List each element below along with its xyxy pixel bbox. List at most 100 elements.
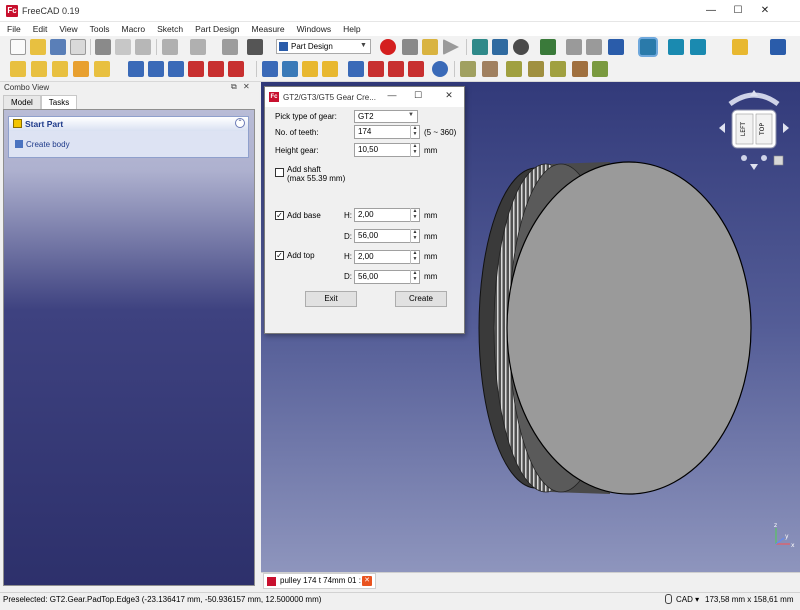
window-title-bar[interactable] (0, 0, 800, 22)
tab-tasks[interactable]: Tasks (40, 95, 78, 109)
multi-transform-icon[interactable] (322, 61, 338, 77)
gear-tool-5-icon[interactable] (550, 61, 566, 77)
std-views-icon[interactable] (608, 39, 624, 55)
revolution-icon[interactable] (148, 61, 164, 77)
maximize-button[interactable]: ☐ (725, 3, 751, 19)
create-body-icon[interactable] (770, 39, 786, 55)
cut-icon[interactable] (95, 39, 111, 55)
front-view-icon[interactable] (690, 39, 706, 55)
gear-tool-4-icon[interactable] (528, 61, 544, 77)
chamfer-icon[interactable] (368, 61, 384, 77)
base-height-unit: mm (424, 211, 438, 220)
add-base-checkbox[interactable]: ✓ (275, 211, 284, 220)
macro-record-icon[interactable] (380, 39, 396, 55)
redo-icon[interactable] (190, 39, 206, 55)
close-button[interactable]: ✕ (752, 3, 778, 19)
hole-icon[interactable] (208, 61, 224, 77)
draft-icon[interactable] (388, 61, 404, 77)
thickness-icon[interactable] (408, 61, 424, 77)
add-top-checkbox[interactable]: ✓ (275, 251, 284, 260)
top-diameter-stepper-icon[interactable]: ▲ ▼ (410, 270, 419, 284)
menu-view[interactable]: View (52, 22, 82, 36)
float-icon[interactable]: ⧉ (231, 82, 237, 92)
shape-binder-icon[interactable] (31, 61, 47, 77)
menu-part-design[interactable]: Part Design (188, 22, 244, 36)
draw-style-icon[interactable] (513, 39, 529, 55)
fit-all-icon[interactable] (472, 39, 488, 55)
add-shaft-checkbox[interactable] (275, 168, 284, 177)
body-icon (15, 140, 23, 148)
document-tab-close-icon[interactable]: ✕ (362, 576, 372, 586)
open-folder-icon[interactable] (30, 39, 46, 55)
create-part-icon[interactable] (732, 39, 748, 55)
part-design-toolbar (0, 58, 800, 82)
menu-tools[interactable]: Tools (83, 22, 115, 36)
back-arrow-icon[interactable] (566, 39, 582, 55)
linear-pattern-icon[interactable] (282, 61, 298, 77)
print-icon[interactable] (70, 39, 86, 55)
menu-sketch[interactable]: Sketch (150, 22, 188, 36)
fillet-icon[interactable] (348, 61, 364, 77)
sub-shape-binder-icon[interactable] (52, 61, 68, 77)
pad-icon[interactable] (128, 61, 144, 77)
teeth-range-label: (5 ~ 360) (424, 128, 457, 137)
minimize-button[interactable]: — (698, 3, 724, 19)
dialog-maximize-button[interactable]: ☐ (411, 90, 425, 101)
bounding-box-icon[interactable] (540, 39, 556, 55)
sketch-icon[interactable] (94, 61, 110, 77)
refresh-icon[interactable] (222, 39, 238, 55)
menu-edit[interactable]: Edit (26, 22, 53, 36)
gear-tool-1-icon[interactable] (460, 61, 476, 77)
teeth-stepper-icon[interactable]: ▲ ▼ (410, 125, 419, 139)
undo-icon[interactable] (162, 39, 178, 55)
workbench-selector[interactable]: Part Design (276, 39, 371, 54)
gear-tool-7-icon[interactable] (592, 61, 608, 77)
new-document-icon[interactable] (10, 39, 26, 55)
macro-run-icon[interactable] (443, 39, 459, 55)
fit-selection-icon[interactable] (492, 39, 508, 55)
close-icon[interactable]: ✕ (243, 82, 250, 91)
whats-this-icon[interactable] (247, 39, 263, 55)
pocket-icon[interactable] (188, 61, 204, 77)
dialog-minimize-button[interactable]: — (385, 90, 399, 100)
forward-arrow-icon[interactable] (586, 39, 602, 55)
macro-edit-icon[interactable] (422, 39, 438, 55)
paste-icon[interactable] (135, 39, 151, 55)
menu-windows[interactable]: Windows (290, 22, 336, 36)
menu-file[interactable]: File (0, 22, 26, 36)
save-icon[interactable] (50, 39, 66, 55)
collapse-button[interactable]: ⌃ (235, 118, 245, 128)
gear-tool-3-icon[interactable] (506, 61, 522, 77)
macro-stop-icon[interactable] (402, 39, 418, 55)
clone-icon[interactable] (73, 61, 89, 77)
navigation-style-selector[interactable]: CAD ▾ (676, 595, 699, 604)
create-button[interactable]: Create (395, 291, 447, 307)
body-icon[interactable] (10, 61, 26, 77)
gear-tool-6-icon[interactable] (572, 61, 588, 77)
view-menu-icon (773, 155, 784, 166)
top-diameter-unit: mm (424, 272, 438, 281)
create-body-link[interactable]: Create body (26, 140, 70, 149)
base-diameter-stepper-icon[interactable]: ▲ ▼ (410, 229, 419, 243)
menu-help[interactable]: Help (336, 22, 365, 36)
isometric-view-icon[interactable] (668, 39, 684, 55)
height-stepper-icon[interactable]: ▲ ▼ (410, 143, 419, 157)
polar-pattern-icon[interactable] (302, 61, 318, 77)
boolean-icon[interactable] (432, 61, 448, 77)
gear-tool-2-icon[interactable] (482, 61, 498, 77)
exit-button[interactable]: Exit (305, 291, 357, 307)
menu-macro[interactable]: Macro (114, 22, 150, 36)
menu-measure[interactable]: Measure (245, 22, 290, 36)
tasks-panel (3, 109, 255, 586)
mirrored-icon[interactable] (262, 61, 278, 77)
navigation-cube[interactable]: LEFT TOP (716, 88, 792, 172)
copy-icon[interactable] (115, 39, 131, 55)
base-height-stepper-icon[interactable]: ▲ ▼ (410, 208, 419, 222)
zoom-icon[interactable] (640, 39, 656, 55)
groove-icon[interactable] (228, 61, 244, 77)
preselection-status: Preselected: GT2.Gear.PadTop.Edge3 (-23.… (3, 595, 322, 604)
tab-model[interactable]: Model (3, 95, 41, 109)
loft-icon[interactable] (168, 61, 184, 77)
top-height-stepper-icon[interactable]: ▲ ▼ (410, 250, 419, 264)
dialog-close-button[interactable]: ✕ (442, 90, 456, 101)
